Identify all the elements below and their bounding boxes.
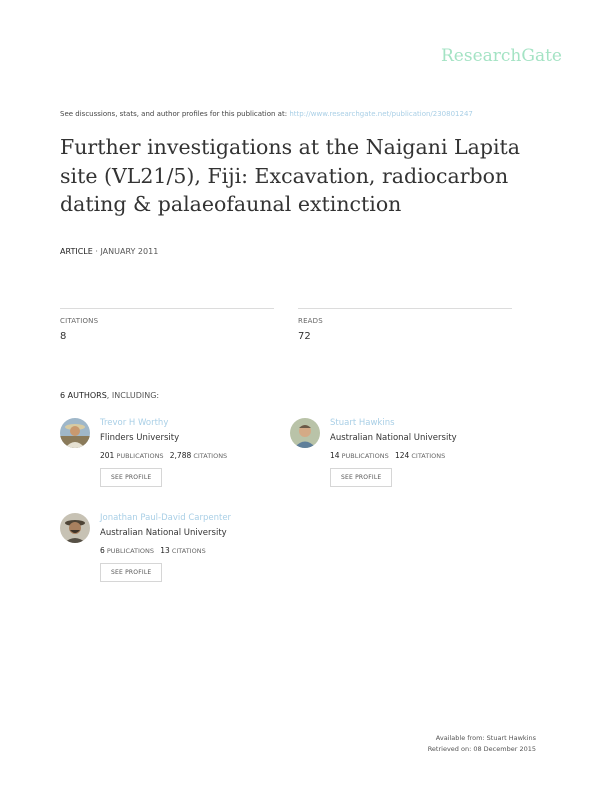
author-photo-icon <box>60 418 90 448</box>
publications-count: 201 <box>100 451 115 460</box>
reads-stat: READS 72 <box>298 308 512 342</box>
publication-link[interactable]: http://www.researchgate.net/publication/… <box>289 110 473 118</box>
researchgate-logo[interactable]: ResearchGate <box>441 46 562 66</box>
authors-suffix: , INCLUDING: <box>106 391 160 400</box>
publications-label: PUBLICATIONS <box>106 547 155 555</box>
publication-title: Further investigations at the Naigani La… <box>60 135 520 216</box>
author-name[interactable]: Stuart Hawkins <box>330 418 457 428</box>
avatar[interactable] <box>60 513 90 543</box>
see-profile-button[interactable]: SEE PROFILE <box>100 468 163 487</box>
discussion-notice: See discussions, stats, and author profi… <box>60 110 473 118</box>
citations-label: CITATIONS <box>411 452 446 460</box>
reads-label: READS <box>298 317 323 325</box>
citations-count: 13 <box>160 546 170 555</box>
publication-date: JANUARY 2011 <box>100 247 159 256</box>
author-name[interactable]: Jonathan Paul-David Carpenter <box>100 513 231 523</box>
publications-count: 6 <box>100 546 105 555</box>
available-from: Available from: Stuart Hawkins <box>435 734 536 742</box>
footer: Available from: Stuart Hawkins Retrieved… <box>428 733 536 755</box>
author-stats: 6 PUBLICATIONS 13 CITATIONS <box>100 546 231 555</box>
author-name[interactable]: Trevor H Worthy <box>100 418 227 428</box>
citations-count: 124 <box>394 451 410 460</box>
author-stats: 14 PUBLICATIONS 124 CITATIONS <box>330 451 457 460</box>
authors-heading: 6 AUTHORS, INCLUDING: <box>60 391 159 400</box>
publication-meta: ARTICLE · JANUARY 2011 <box>60 247 158 256</box>
publication-type: ARTICLE <box>60 247 93 256</box>
avatar[interactable] <box>290 418 320 448</box>
retrieved-on: Retrieved on: 08 December 2015 <box>427 745 536 753</box>
discussion-prefix: See discussions, stats, and author profi… <box>60 110 288 118</box>
see-profile-button[interactable]: SEE PROFILE <box>330 468 393 487</box>
citations-count: 2,788 <box>169 451 192 460</box>
author-stats: 201 PUBLICATIONS 2,788 CITATIONS <box>100 451 227 460</box>
see-profile-button[interactable]: SEE PROFILE <box>100 563 163 582</box>
citations-value: 8 <box>60 331 67 342</box>
citations-label: CITATIONS <box>193 452 228 460</box>
publications-count: 14 <box>330 451 340 460</box>
citations-label: CITATIONS <box>171 547 206 555</box>
author-institution: Australian National University <box>100 528 227 538</box>
reads-value: 72 <box>298 331 311 342</box>
citations-label: CITATIONS <box>60 317 99 325</box>
author-institution: Australian National University <box>330 433 457 443</box>
avatar[interactable] <box>60 418 90 448</box>
author-photo-icon <box>290 418 320 448</box>
publications-label: PUBLICATIONS <box>116 452 164 460</box>
author-institution: Flinders University <box>100 433 180 443</box>
citations-stat: CITATIONS 8 <box>60 308 274 342</box>
authors-count: 6 AUTHORS <box>60 391 107 400</box>
author-photo-icon <box>60 513 90 543</box>
publications-label: PUBLICATIONS <box>341 452 389 460</box>
